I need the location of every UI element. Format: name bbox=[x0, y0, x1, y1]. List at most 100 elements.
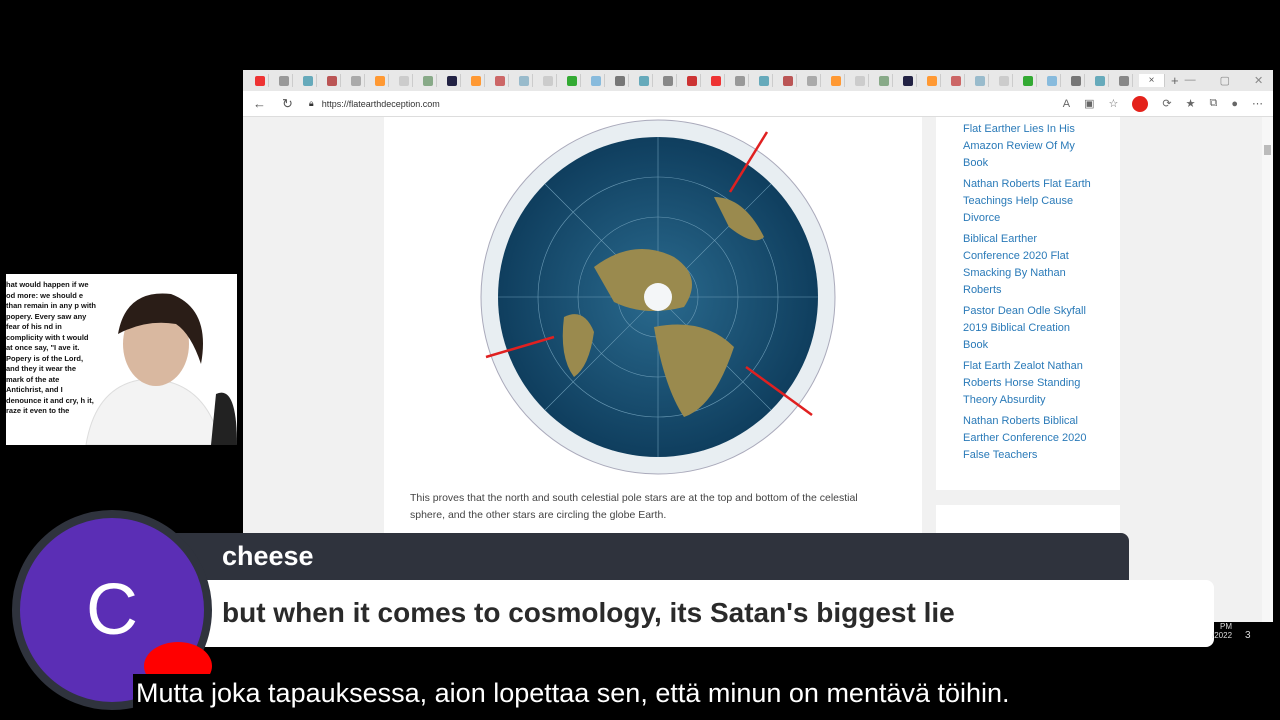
favorite-icon[interactable]: ☆ bbox=[1109, 97, 1119, 110]
tab-favicon bbox=[734, 75, 745, 86]
lock-icon: 🔒︎ bbox=[308, 98, 314, 108]
tab-favicon bbox=[902, 75, 913, 86]
tab-favicon bbox=[638, 75, 649, 86]
article-caption: This proves that the north and south cel… bbox=[410, 492, 858, 521]
url-field[interactable]: 🔒︎ https://flatearthdeception.com bbox=[309, 98, 1047, 109]
browser-tab[interactable] bbox=[443, 74, 461, 87]
tab-favicon bbox=[1022, 75, 1033, 86]
browser-tab[interactable] bbox=[1091, 74, 1109, 87]
back-icon[interactable]: ← bbox=[253, 96, 266, 111]
address-bar-row: ← ↻ 🔒︎ https://flatearthdeception.com A ▣… bbox=[243, 91, 1273, 117]
browser-tab[interactable] bbox=[1019, 74, 1037, 87]
sidebar-link[interactable]: Nathan Roberts Biblical Earther Conferen… bbox=[963, 413, 1093, 464]
new-tab-button[interactable]: + bbox=[1171, 73, 1179, 88]
extension-icon[interactable] bbox=[1132, 95, 1149, 112]
tab-favicon bbox=[278, 75, 289, 86]
reader-icon[interactable]: ▣ bbox=[1084, 97, 1094, 110]
sidebar-link[interactable]: Pastor Dean Odle Skyfall 2019 Biblical C… bbox=[963, 303, 1093, 354]
tab-favicon bbox=[1046, 75, 1057, 86]
browser-tab[interactable] bbox=[659, 74, 677, 87]
tab-favicon bbox=[1118, 75, 1129, 86]
browser-tab[interactable] bbox=[803, 74, 821, 87]
tab-favicon bbox=[350, 75, 361, 86]
tab-favicon bbox=[998, 75, 1009, 86]
tab-favicon bbox=[974, 75, 985, 86]
tab-favicon bbox=[614, 75, 625, 86]
read-aloud-icon[interactable]: A bbox=[1063, 98, 1070, 110]
browser-tab[interactable] bbox=[539, 74, 557, 87]
browser-tab[interactable] bbox=[995, 74, 1013, 87]
favorites-icon[interactable]: ★ bbox=[1186, 97, 1196, 110]
flat-earth-map-image bbox=[480, 119, 836, 475]
sidebar-link[interactable]: Flat Earther Lies In His Amazon Review O… bbox=[963, 121, 1093, 172]
browser-tab[interactable] bbox=[899, 74, 917, 87]
taskbar-clock: PM/2022 bbox=[1212, 622, 1233, 640]
scrollbar[interactable] bbox=[1262, 117, 1273, 622]
refresh-icon[interactable]: ↻ bbox=[282, 96, 293, 112]
browser-tab[interactable] bbox=[683, 74, 701, 87]
browser-tab[interactable] bbox=[467, 74, 485, 87]
tab-favicon bbox=[254, 75, 265, 86]
browser-tab[interactable] bbox=[299, 74, 317, 87]
tab-favicon bbox=[662, 75, 673, 86]
browser-tab[interactable] bbox=[707, 74, 725, 87]
browser-tab[interactable] bbox=[323, 74, 341, 87]
browser-tab[interactable] bbox=[755, 74, 773, 87]
browser-tab[interactable] bbox=[611, 74, 629, 87]
browser-tab[interactable] bbox=[779, 74, 797, 87]
browser-tab[interactable] bbox=[395, 74, 413, 87]
scrollbar-thumb[interactable] bbox=[1264, 145, 1271, 155]
window-controls[interactable]: — ▢ ✕ bbox=[1185, 74, 1273, 87]
sidebar-link[interactable]: Biblical Earther Conference 2020 Flat Sm… bbox=[963, 231, 1093, 299]
extensions-icon[interactable]: ⟳ bbox=[1162, 97, 1171, 110]
browser-tab[interactable] bbox=[1067, 74, 1085, 87]
tab-favicon bbox=[926, 75, 937, 86]
tab-favicon bbox=[782, 75, 793, 86]
tab-favicon bbox=[710, 75, 721, 86]
browser-tab[interactable] bbox=[563, 74, 581, 87]
notification-icon[interactable]: 3 bbox=[1245, 630, 1251, 641]
tab-favicon bbox=[950, 75, 961, 86]
tab-favicon bbox=[758, 75, 769, 86]
browser-tab[interactable] bbox=[827, 74, 845, 87]
minimize-icon[interactable]: — bbox=[1185, 74, 1196, 87]
browser-tab[interactable] bbox=[971, 74, 989, 87]
browser-tab[interactable] bbox=[1043, 74, 1061, 87]
chat-username: cheese bbox=[175, 533, 1129, 581]
browser-tab[interactable] bbox=[347, 74, 365, 87]
menu-icon[interactable]: ⋯ bbox=[1252, 97, 1263, 110]
tab-favicon bbox=[422, 75, 433, 86]
tab-favicon bbox=[1070, 75, 1081, 86]
browser-tab[interactable] bbox=[491, 74, 509, 87]
url-text: https://flatearthdeception.com bbox=[321, 98, 440, 109]
sidebar-link[interactable]: Flat Earth Zealot Nathan Roberts Horse S… bbox=[963, 358, 1093, 409]
tab-favicon bbox=[494, 75, 505, 86]
tab-favicon bbox=[854, 75, 865, 86]
sidebar-link[interactable]: Nathan Roberts Flat Earth Teachings Help… bbox=[963, 176, 1093, 227]
streamer-image bbox=[85, 293, 237, 445]
browser-tab[interactable] bbox=[1115, 74, 1133, 87]
close-window-icon[interactable]: ✕ bbox=[1254, 74, 1263, 87]
maximize-icon[interactable]: ▢ bbox=[1220, 74, 1230, 87]
browser-tab[interactable] bbox=[371, 74, 389, 87]
close-tab-button[interactable]: × bbox=[1139, 74, 1165, 87]
tab-favicon bbox=[830, 75, 841, 86]
browser-tab[interactable] bbox=[875, 74, 893, 87]
browser-tab[interactable] bbox=[419, 74, 437, 87]
chat-message: but when it comes to cosmology, its Sata… bbox=[205, 580, 1214, 647]
browser-tab[interactable] bbox=[635, 74, 653, 87]
browser-tab[interactable] bbox=[587, 74, 605, 87]
tab-strip: × + — ▢ ✕ bbox=[243, 70, 1273, 91]
collections-icon[interactable]: ⧉ bbox=[1209, 97, 1217, 110]
tab-favicon bbox=[1094, 75, 1105, 86]
browser-tab[interactable] bbox=[251, 74, 269, 87]
tab-favicon bbox=[686, 75, 697, 86]
browser-tab[interactable] bbox=[947, 74, 965, 87]
browser-tab[interactable] bbox=[515, 74, 533, 87]
browser-tab[interactable] bbox=[275, 74, 293, 87]
browser-tab[interactable] bbox=[851, 74, 869, 87]
tab-favicon bbox=[326, 75, 337, 86]
browser-tab[interactable] bbox=[731, 74, 749, 87]
browser-tab[interactable] bbox=[923, 74, 941, 87]
profile-icon[interactable]: ● bbox=[1231, 98, 1238, 110]
